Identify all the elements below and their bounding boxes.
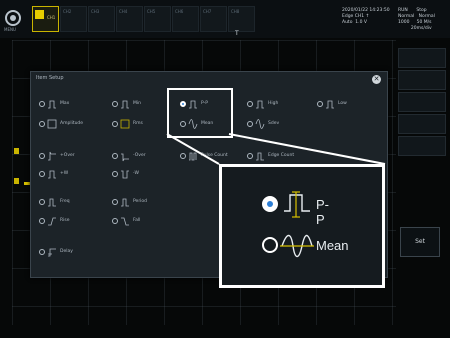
option-label: Amplitude [60, 121, 84, 126]
radio-icon [112, 153, 118, 159]
channel-label: CH4 [119, 9, 128, 14]
channel-tile-ch8[interactable]: CH8 [228, 6, 255, 32]
channel-tile-ch4[interactable]: CH4 [116, 6, 143, 32]
overshoot-icon [48, 151, 56, 161]
channel-label: CH3 [91, 9, 100, 14]
channel-tile-ch6[interactable]: CH6 [172, 6, 199, 32]
radio-icon [262, 237, 278, 253]
channel-label: CH6 [175, 9, 184, 14]
radio-icon [112, 218, 118, 224]
option-label: High [268, 101, 279, 106]
channel-label: CH1 [47, 15, 56, 20]
edge-count-icon [256, 152, 264, 161]
option-label: Freq [60, 199, 70, 204]
trigger-position-marker: T [235, 30, 239, 37]
option-label: -Over [133, 153, 146, 158]
channel-label: CH5 [147, 9, 156, 14]
fall-icon [121, 217, 129, 226]
side-panel-button[interactable] [398, 92, 446, 112]
zoom-inset: P-P Mean [219, 164, 385, 288]
period-icon [121, 198, 129, 207]
rms-icon [120, 119, 130, 129]
radio-icon [39, 101, 45, 107]
side-panel-button[interactable] [398, 48, 446, 68]
amplitude-icon [47, 119, 57, 129]
set-button[interactable]: Set [400, 227, 440, 257]
frequency-icon [48, 198, 56, 207]
side-panel-button[interactable] [398, 136, 446, 156]
highlight-frame [167, 88, 233, 138]
option-label: Min [133, 101, 141, 106]
channel-tile-ch2[interactable]: CH2 [60, 6, 87, 32]
option-label: Pulse Count [201, 153, 228, 158]
option-label: Sdev [268, 121, 280, 126]
option-label: -W [133, 171, 139, 176]
channel-offset-marker[interactable] [14, 178, 19, 184]
channel-color-swatch [35, 10, 44, 19]
option-label: +W [60, 171, 69, 176]
option-label: Rise [60, 218, 70, 223]
side-panel-button[interactable] [398, 70, 446, 90]
option-label: Low [338, 101, 347, 106]
option-label: Period [133, 199, 148, 204]
radio-icon [317, 101, 323, 107]
channel-label: CH8 [231, 9, 240, 14]
top-bar: MENU CH1 CH2 CH3 CH4 CH5 CH6 CH7 CH8 202… [0, 0, 450, 38]
positive-width-icon [48, 170, 56, 179]
radio-icon [39, 153, 45, 159]
side-panel-button[interactable] [398, 114, 446, 134]
close-icon[interactable]: ✕ [372, 75, 381, 84]
radio-icon [39, 171, 45, 177]
pulse-count-icon [189, 152, 197, 161]
radio-icon [112, 171, 118, 177]
radio-selected-icon [262, 196, 278, 212]
option-label: Edge Count [268, 153, 295, 158]
rise-icon [48, 217, 56, 226]
undershoot-icon [121, 153, 129, 162]
oscilloscope-screen: MENU CH1 CH2 CH3 CH4 CH5 CH6 CH7 CH8 202… [0, 0, 450, 338]
radio-icon [112, 199, 118, 205]
channel-label: CH2 [63, 9, 72, 14]
radio-icon [39, 249, 45, 255]
option-label: P-P [316, 197, 329, 227]
radio-icon [112, 101, 118, 107]
option-label: Delay [60, 249, 73, 254]
option-label: Mean [316, 238, 349, 253]
menu-label: MENU [4, 27, 16, 32]
option-label: +Over [60, 153, 75, 158]
negative-width-icon [121, 170, 129, 179]
radio-icon [39, 218, 45, 224]
radio-icon [180, 153, 186, 159]
radio-icon [247, 101, 253, 107]
channel-tile-ch5[interactable]: CH5 [144, 6, 171, 32]
delay-icon [48, 248, 56, 257]
channel-tile-ch1[interactable]: CH1 [32, 6, 59, 32]
menu-icon[interactable] [5, 10, 21, 26]
option-label: Max [60, 101, 70, 106]
option-label: Rms [133, 121, 143, 126]
min-icon [121, 100, 129, 109]
high-icon [256, 100, 264, 109]
radio-icon [247, 121, 253, 127]
channel-label: CH7 [203, 9, 212, 14]
radio-icon [247, 153, 253, 159]
channel-tile-ch7[interactable]: CH7 [200, 6, 227, 32]
acquisition-status: RUN Stop Normal Normal 1000 50 M/s 20ms/… [398, 8, 435, 31]
option-label: Fall [133, 218, 141, 223]
peak-to-peak-icon [284, 191, 310, 218]
channel-tile-ch3[interactable]: CH3 [88, 6, 115, 32]
channel-offset-marker[interactable] [14, 148, 19, 154]
max-icon [48, 100, 56, 109]
radio-icon [39, 199, 45, 205]
low-icon [326, 100, 334, 109]
side-panel [398, 48, 450, 318]
radio-icon [39, 121, 45, 127]
sdev-icon [255, 119, 265, 129]
trigger-status: 2020/01/22 14:23:50 Edge CH1 ↑ Auto 1.0 … [342, 8, 390, 25]
dialog-title: Item Setup [36, 75, 64, 81]
mean-icon [280, 234, 314, 258]
radio-icon [112, 121, 118, 127]
